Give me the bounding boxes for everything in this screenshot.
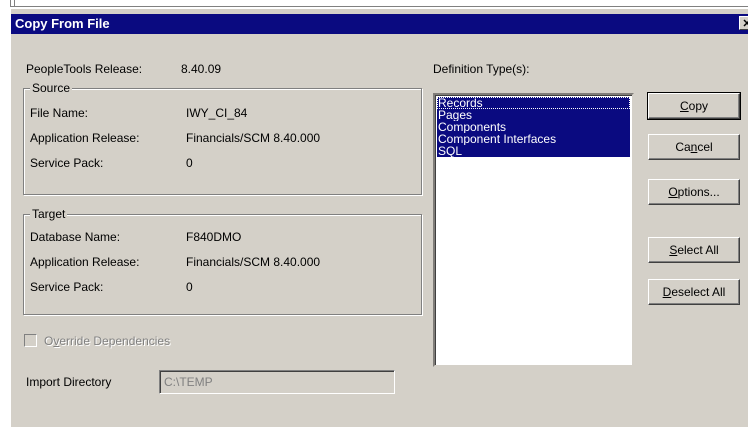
target-app-release-value: Financials/SCM 8.40.000 (186, 255, 321, 269)
override-label-part: erride Dependencies (59, 334, 171, 348)
list-item-component-interfaces[interactable]: Component Interfaces (437, 133, 630, 145)
list-item-sql[interactable]: SQL (437, 145, 630, 157)
close-button[interactable]: ✕ (739, 16, 748, 30)
override-label-part: O (44, 334, 54, 348)
target-group-title: Target (30, 207, 68, 221)
definition-types-listbox[interactable]: Records Pages Components Component Inter… (433, 93, 634, 367)
options-button[interactable]: Options... (648, 179, 740, 205)
override-dependencies-label: Override Dependencies (44, 334, 170, 348)
deselect-all-label-part: eselect All (671, 285, 726, 299)
source-file-name-value: IWY_CI_84 (186, 106, 248, 120)
options-label-part: ptions... (677, 185, 720, 199)
select-all-label-part: elect All (677, 243, 719, 257)
target-database-name-value: F840DMO (186, 230, 242, 244)
cancel-button[interactable]: Cancel (648, 134, 740, 160)
source-file-name-label: File Name: (30, 106, 89, 120)
override-dependencies-checkbox[interactable] (24, 334, 37, 347)
definition-types-label: Definition Type(s): (433, 62, 530, 76)
deselect-all-label-accesskey: D (662, 285, 672, 299)
background-window-edge (0, 0, 748, 8)
source-service-pack-label: Service Pack: (30, 156, 104, 170)
close-icon: ✕ (742, 18, 748, 30)
copy-from-file-dialog: Copy From File ✕ PeopleTools Release: 8.… (10, 8, 748, 427)
target-app-release-label: Application Release: (30, 255, 140, 269)
source-app-release-value: Financials/SCM 8.40.000 (186, 131, 321, 145)
copy-label-accesskey: C (679, 99, 689, 113)
copy-label-part: opy (688, 99, 709, 113)
window-title: Copy From File (15, 16, 110, 31)
cancel-label-part: cel (697, 140, 713, 154)
source-group-title: Source (30, 81, 73, 95)
import-directory-field[interactable]: C:\TEMP (159, 370, 395, 394)
source-service-pack-value: 0 (186, 156, 193, 170)
source-app-release-label: Application Release: (30, 131, 140, 145)
peopletools-release-label: PeopleTools Release: (26, 62, 143, 76)
deselect-all-button[interactable]: Deselect All (648, 279, 740, 305)
target-service-pack-label: Service Pack: (30, 280, 104, 294)
peopletools-release-value: 8.40.09 (181, 62, 222, 76)
select-all-button[interactable]: Select All (648, 237, 740, 263)
target-database-name-label: Database Name: (30, 230, 121, 244)
background-divider (10, 6, 748, 7)
target-service-pack-value: 0 (186, 280, 193, 294)
copy-button[interactable]: Copy (647, 92, 741, 120)
title-bar[interactable]: Copy From File ✕ (11, 14, 748, 34)
options-label-accesskey: O (668, 185, 678, 199)
cancel-label-part: Ca (675, 140, 691, 154)
import-directory-label: Import Directory (26, 375, 112, 389)
